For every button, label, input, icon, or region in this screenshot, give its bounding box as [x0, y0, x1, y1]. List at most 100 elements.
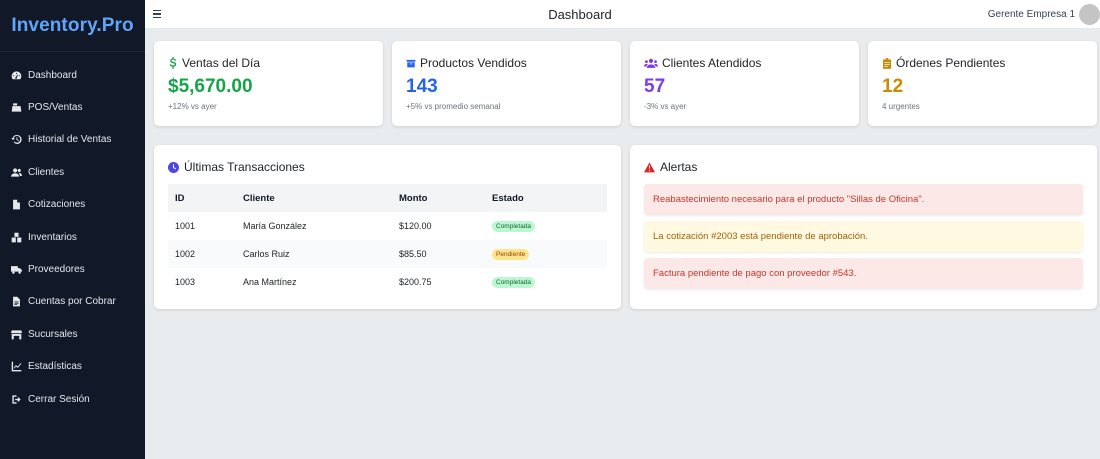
stat-subtext: 4 urgentes [882, 102, 920, 111]
stat-header: Productos Vendidos [406, 56, 527, 70]
stat-card-ventas: Ventas del Día $5,670.00 +12% vs ayer [154, 41, 383, 126]
chart-line-icon [10, 361, 22, 373]
sidebar-nav: Dashboard POS/Ventas Historial de Ventas… [0, 52, 145, 415]
sidebar-item-dashboard[interactable]: Dashboard [0, 59, 145, 91]
stat-header: Órdenes Pendientes [882, 56, 1005, 70]
sidebar: Inventory.Pro Dashboard POS/Ventas Histo… [0, 0, 145, 459]
table-header-row: ID Cliente Monto Estado [168, 184, 607, 212]
stat-card-ordenes: Órdenes Pendientes 12 4 urgentes [868, 41, 1097, 126]
cell-monto: $200.75 [399, 277, 432, 287]
column-header: Cliente [243, 192, 275, 204]
sidebar-item-label: Dashboard [28, 69, 77, 81]
panel-header: Alertas [644, 160, 697, 174]
stat-title: Productos Vendidos [420, 56, 527, 70]
warning-icon [644, 161, 655, 173]
stat-title: Clientes Atendidos [662, 56, 762, 70]
transactions-panel: Últimas Transacciones ID Cliente Monto E… [154, 145, 621, 309]
transactions-table: ID Cliente Monto Estado 1001 María Gonzá… [168, 184, 607, 296]
panel-title: Últimas Transacciones [184, 160, 305, 174]
users-icon [644, 57, 658, 69]
stat-value: $5,670.00 [168, 76, 253, 97]
dollar-icon [168, 57, 178, 69]
status-badge: Pendiente [492, 249, 530, 260]
sidebar-item-cerrar-sesion[interactable]: Cerrar Sesión [0, 383, 145, 415]
cell-cliente: Ana Martínez [243, 277, 297, 287]
history-icon [10, 134, 22, 146]
stat-value: 57 [644, 76, 666, 97]
cell-cliente: María González [243, 221, 307, 231]
stat-card-clientes: Clientes Atendidos 57 -3% vs ayer [630, 41, 859, 126]
sidebar-item-label: Estadísticas [28, 361, 82, 373]
stat-value: 143 [406, 76, 438, 97]
column-header: Monto [399, 192, 428, 204]
stat-header: Clientes Atendidos [644, 56, 761, 70]
cash-register-icon [10, 102, 22, 114]
brand-name: Inventory.Pro [11, 14, 134, 36]
alert-item: La cotización #2003 está pendiente de ap… [644, 221, 1083, 252]
column-header: Estado [492, 192, 524, 204]
user-menu[interactable]: Gerente Empresa 1 [988, 4, 1100, 25]
stat-value: 12 [882, 76, 904, 97]
stat-title: Órdenes Pendientes [896, 56, 1006, 70]
sidebar-item-label: Cerrar Sesión [28, 393, 90, 405]
sidebar-item-label: Sucursales [28, 328, 78, 340]
sidebar-item-label: Proveedores [28, 264, 85, 276]
cell-id: 1002 [175, 249, 196, 259]
user-name: Gerente Empresa 1 [987, 9, 1075, 20]
cell-monto: $85.50 [399, 249, 427, 259]
box-icon [406, 57, 416, 69]
table-row[interactable]: 1002 Carlos Ruiz $85.50 Pendiente [168, 240, 607, 268]
alert-item: Factura pendiente de pago con proveedor … [644, 258, 1083, 289]
sidebar-item-label: Clientes [28, 166, 65, 178]
avatar[interactable] [1079, 4, 1100, 25]
cell-estado: Completada [485, 212, 607, 240]
clock-icon [168, 161, 179, 173]
stat-title: Ventas del Día [182, 56, 261, 70]
stat-subtext: +5% vs promedio semanal [406, 102, 501, 111]
sidebar-item-estadisticas[interactable]: Estadísticas [0, 351, 145, 383]
sidebar-item-label: Cuentas por Cobrar [28, 296, 116, 308]
stat-subtext: -3% vs ayer [644, 102, 687, 111]
users-icon [10, 166, 22, 178]
cell-id: 1001 [175, 221, 196, 231]
truck-icon [10, 264, 22, 276]
cell-estado: Completada [485, 268, 607, 296]
sidebar-item-clientes[interactable]: Clientes [0, 156, 145, 188]
cell-estado: Pendiente [485, 240, 607, 268]
table-row[interactable]: 1001 María González $120.00 Completada [168, 212, 607, 240]
status-badge: Completada [492, 221, 536, 232]
gauge-icon [10, 69, 22, 81]
status-badge: Completada [492, 277, 536, 288]
boxes-icon [10, 231, 22, 243]
brand-logo[interactable]: Inventory.Pro [0, 0, 145, 52]
stat-header: Ventas del Día [168, 56, 260, 70]
alerts-panel: Alertas Reabastecimiento necesario para … [630, 145, 1097, 309]
sidebar-item-inventarios[interactable]: Inventarios [0, 221, 145, 253]
file-invoice-icon [10, 296, 22, 308]
cell-id: 1003 [175, 277, 196, 287]
panel-title: Alertas [660, 160, 698, 174]
sidebar-item-label: POS/Ventas [28, 102, 83, 114]
sidebar-item-cotizaciones[interactable]: Cotizaciones [0, 189, 145, 221]
alert-item: Reabastecimiento necesario para el produ… [644, 184, 1083, 215]
sidebar-item-historial-de-ventas[interactable]: Historial de Ventas [0, 124, 145, 156]
clipboard-icon [882, 57, 892, 69]
cell-cliente: Carlos Ruiz [243, 249, 290, 259]
stat-card-productos: Productos Vendidos 143 +5% vs promedio s… [392, 41, 621, 126]
stat-subtext: +12% vs ayer [168, 102, 217, 111]
page-title: Dashboard [548, 6, 612, 22]
column-header: ID [175, 192, 185, 204]
panel-header: Últimas Transacciones [168, 160, 305, 174]
sidebar-item-proveedores[interactable]: Proveedores [0, 253, 145, 285]
sidebar-item-label: Inventarios [28, 231, 77, 243]
table-row[interactable]: 1003 Ana Martínez $200.75 Completada [168, 268, 607, 296]
store-icon [10, 328, 22, 340]
sidebar-item-label: Historial de Ventas [28, 134, 112, 146]
sidebar-item-sucursales[interactable]: Sucursales [0, 318, 145, 350]
sign-out-icon [10, 393, 22, 405]
sidebar-item-pos-ventas[interactable]: POS/Ventas [0, 91, 145, 123]
sidebar-item-cuentas-por-cobrar[interactable]: Cuentas por Cobrar [0, 286, 145, 318]
file-icon [10, 199, 22, 211]
cell-monto: $120.00 [399, 221, 432, 231]
top-bar: Dashboard Gerente Empresa 1 [145, 0, 1100, 29]
